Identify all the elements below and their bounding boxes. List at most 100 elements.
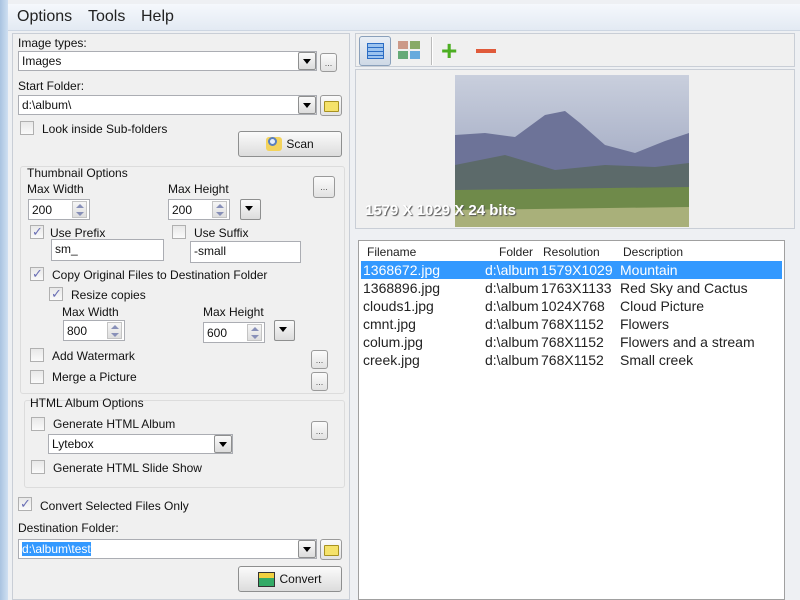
file-list[interactable]: Filename Folder Resolution Description 1… bbox=[358, 240, 785, 600]
spin-arrows-icon[interactable] bbox=[247, 324, 262, 341]
cell-filename: cmnt.jpg bbox=[363, 316, 416, 332]
image-info-text: 1579 X 1029 X 24 bits bbox=[365, 202, 516, 219]
cell-filename: 1368672.jpg bbox=[363, 262, 441, 278]
column-resolution[interactable]: Resolution bbox=[543, 245, 600, 259]
copy-original-checkbox[interactable] bbox=[30, 266, 44, 282]
file-row[interactable]: colum.jpg d:\album 768X1152 Flowers and a s… bbox=[361, 333, 782, 351]
cell-resolution: 768X1152 bbox=[541, 352, 604, 368]
copy-max-width-value: 800 bbox=[67, 324, 88, 338]
destination-folder-value: d:\album\test bbox=[22, 542, 91, 556]
cell-resolution: 1579X1029 bbox=[541, 262, 613, 278]
view-toolbar: + bbox=[355, 33, 795, 67]
picture-icon bbox=[258, 571, 276, 587]
cell-resolution: 1024X768 bbox=[541, 298, 605, 314]
toolbar-separator bbox=[431, 37, 433, 65]
file-row[interactable]: cmnt.jpg d:\album 768X1152 Flowers bbox=[361, 315, 782, 333]
scan-button[interactable]: Scan bbox=[238, 131, 342, 157]
thumb-max-width-label: Max Width bbox=[27, 182, 84, 196]
convert-label: Convert bbox=[279, 572, 322, 586]
merge-picture-label: Merge a Picture bbox=[52, 370, 137, 384]
album-template-combo[interactable]: Lytebox bbox=[48, 434, 233, 454]
spin-arrows-icon[interactable] bbox=[72, 201, 87, 218]
browse-start-folder-button[interactable] bbox=[320, 95, 342, 116]
watermark-more-button[interactable]: ... bbox=[311, 350, 328, 369]
cell-description: Small creek bbox=[620, 352, 694, 368]
use-prefix-checkbox[interactable] bbox=[30, 224, 44, 240]
copy-max-height-spinner[interactable]: 600 bbox=[203, 322, 265, 343]
menu-help[interactable]: Help bbox=[141, 8, 174, 26]
album-more-button[interactable]: ... bbox=[311, 421, 328, 440]
spin-arrows-icon[interactable] bbox=[107, 322, 122, 339]
cell-description: Flowers bbox=[620, 316, 670, 332]
image-types-dropdown[interactable] bbox=[298, 52, 316, 70]
destination-folder-dropdown[interactable] bbox=[298, 540, 316, 558]
window-frame bbox=[0, 0, 8, 600]
file-row[interactable]: clouds1.jpg d:\album 1024X768 Cloud Picture bbox=[361, 297, 782, 315]
cell-description: Red Sky and Cactus bbox=[620, 280, 748, 296]
cell-description: Mountain bbox=[620, 262, 678, 278]
resize-copies-checkbox[interactable] bbox=[49, 286, 63, 302]
thumbnail-view-button[interactable] bbox=[398, 41, 420, 61]
slideshow-checkbox[interactable] bbox=[31, 460, 45, 474]
merge-more-button[interactable]: ... bbox=[311, 372, 328, 391]
file-row[interactable]: 1368672.jpg d:\album 1579X1029 Mountain bbox=[361, 261, 782, 279]
file-row[interactable]: 1368896.jpg d:\album 1763X1133 Red Sky and … bbox=[361, 279, 782, 297]
thumb-max-width-value: 200 bbox=[32, 203, 53, 217]
resize-copies-label: Resize copies bbox=[71, 288, 146, 302]
spin-arrows-icon[interactable] bbox=[212, 201, 227, 218]
use-prefix-label: Use Prefix bbox=[50, 226, 106, 240]
image-types-more-button[interactable]: ... bbox=[320, 53, 337, 72]
merge-picture-checkbox[interactable] bbox=[30, 370, 44, 384]
menu-tools[interactable]: Tools bbox=[88, 8, 125, 26]
album-template-dropdown[interactable] bbox=[214, 435, 232, 453]
destination-folder-label: Destination Folder: bbox=[18, 521, 119, 535]
slideshow-label: Generate HTML Slide Show bbox=[53, 461, 202, 475]
use-suffix-checkbox[interactable] bbox=[172, 225, 186, 239]
look-inside-checkbox[interactable] bbox=[20, 121, 34, 135]
add-icon[interactable]: + bbox=[441, 37, 457, 65]
add-watermark-label: Add Watermark bbox=[52, 349, 135, 363]
look-inside-label: Look inside Sub-folders bbox=[42, 122, 168, 136]
cell-resolution: 1763X1133 bbox=[541, 280, 612, 296]
suffix-input[interactable]: -small bbox=[190, 241, 301, 263]
cell-folder: d:\album bbox=[485, 262, 539, 278]
thumb-more-button[interactable]: ... bbox=[313, 176, 335, 198]
browse-destination-button[interactable] bbox=[320, 539, 342, 560]
thumb-max-width-spinner[interactable]: 200 bbox=[28, 199, 90, 220]
image-types-combo[interactable]: Images bbox=[18, 51, 317, 71]
thumbnail-options-title: Thumbnail Options bbox=[27, 166, 128, 180]
html-album-title: HTML Album Options bbox=[30, 396, 144, 410]
copy-size-dropdown[interactable] bbox=[274, 320, 295, 341]
cell-resolution: 768X1152 bbox=[541, 316, 604, 332]
thumb-max-height-spinner[interactable]: 200 bbox=[168, 199, 230, 220]
generate-album-checkbox[interactable] bbox=[31, 417, 45, 431]
preview-panel: 1579 X 1029 X 24 bits bbox=[355, 69, 795, 229]
copy-max-width-spinner[interactable]: 800 bbox=[63, 320, 125, 341]
start-folder-dropdown[interactable] bbox=[298, 96, 316, 114]
cell-resolution: 768X1152 bbox=[541, 334, 604, 350]
start-folder-combo[interactable]: d:\album\ bbox=[18, 95, 317, 115]
column-filename[interactable]: Filename bbox=[367, 245, 416, 259]
menu-options[interactable]: Options bbox=[17, 8, 72, 26]
convert-selected-label: Convert Selected Files Only bbox=[40, 499, 189, 513]
prefix-input[interactable]: sm_ bbox=[51, 239, 164, 261]
destination-folder-combo[interactable]: d:\album\test bbox=[18, 539, 317, 559]
thumbnails-icon bbox=[398, 41, 420, 59]
column-folder[interactable]: Folder bbox=[499, 245, 533, 259]
start-folder-label: Start Folder: bbox=[18, 79, 85, 93]
convert-button[interactable]: Convert bbox=[238, 566, 342, 592]
column-description[interactable]: Description bbox=[623, 245, 683, 259]
list-view-button[interactable] bbox=[359, 36, 391, 66]
thumb-size-dropdown[interactable] bbox=[240, 199, 261, 220]
file-row[interactable]: creek.jpg d:\album 768X1152 Small creek bbox=[361, 351, 782, 369]
convert-selected-checkbox[interactable] bbox=[18, 496, 32, 512]
thumb-max-height-value: 200 bbox=[172, 203, 193, 217]
add-watermark-checkbox[interactable] bbox=[30, 348, 44, 362]
use-suffix-label: Use Suffix bbox=[194, 226, 249, 240]
generate-album-label: Generate HTML Album bbox=[53, 417, 176, 431]
magnifier-icon bbox=[266, 137, 283, 151]
cell-description: Cloud Picture bbox=[620, 298, 705, 314]
cell-folder: d:\album bbox=[485, 316, 539, 332]
remove-icon[interactable] bbox=[476, 49, 496, 53]
copy-max-height-label: Max Height bbox=[203, 305, 264, 319]
